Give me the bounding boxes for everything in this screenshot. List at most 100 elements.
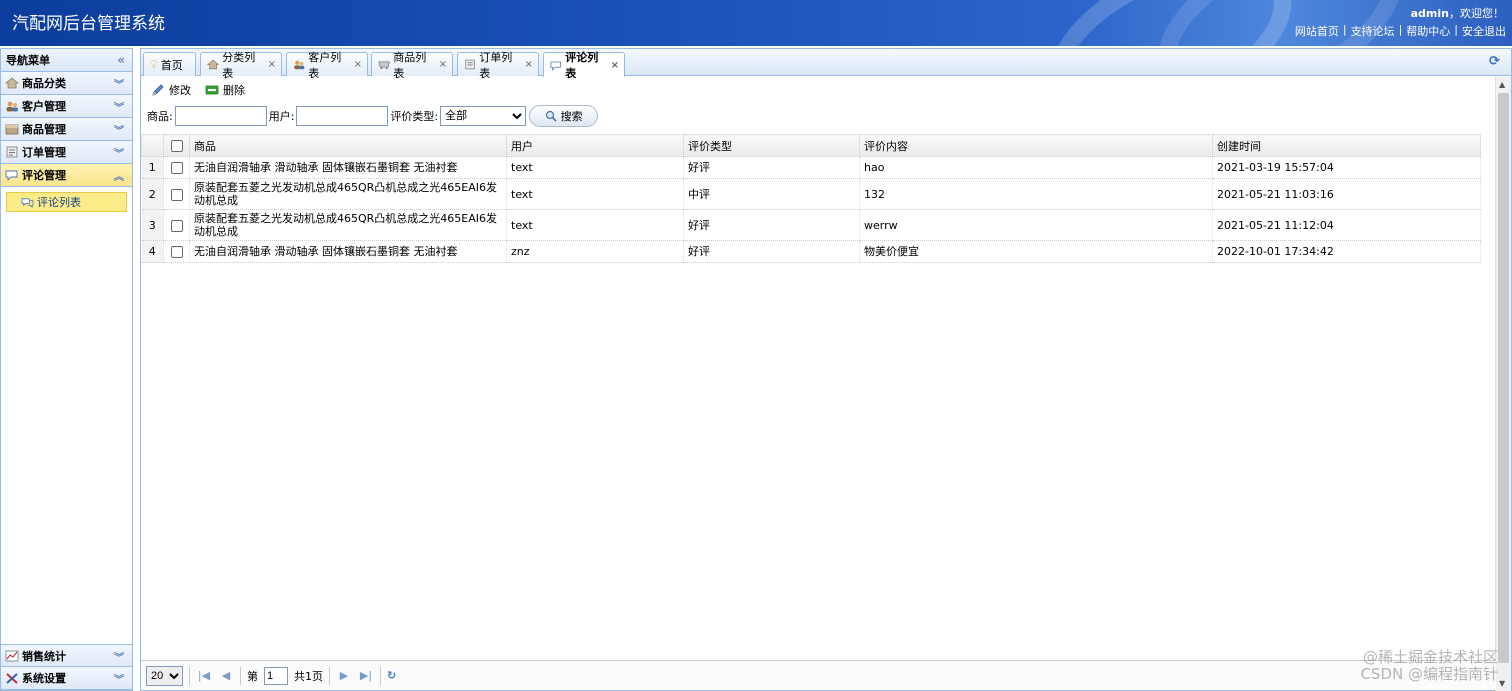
pagination-bar: 20 |◀ ◀ 第 共1页 ▶ ▶| ↻ bbox=[141, 660, 1496, 690]
edit-button[interactable]: 修改 bbox=[151, 82, 191, 98]
column-header-created-time[interactable]: 创建时间 bbox=[1212, 134, 1481, 157]
sidebar-item-label: 评论管理 bbox=[22, 169, 66, 182]
row-checkbox[interactable] bbox=[170, 188, 183, 201]
product-search-input[interactable] bbox=[174, 106, 267, 126]
cell-created-time: 2022-10-01 17:34:42 bbox=[1212, 240, 1481, 263]
sidebar-item-label: 商品分类 bbox=[22, 77, 66, 90]
comments-submenu: 评论列表 bbox=[1, 187, 132, 647]
close-icon[interactable]: × bbox=[525, 59, 533, 70]
watermark-line1: @稀土掘金技术社区 bbox=[1362, 648, 1498, 666]
settings-icon bbox=[6, 673, 18, 684]
lightbulb-icon: 💡︎ bbox=[150, 57, 158, 71]
column-header-review-content[interactable]: 评价内容 bbox=[859, 134, 1213, 157]
refresh-tab-icon[interactable]: ⟳ bbox=[1489, 54, 1505, 70]
sidebar-item-stats[interactable]: 销售统计 ︾ bbox=[1, 644, 132, 667]
close-icon[interactable]: × bbox=[439, 59, 447, 70]
pager-separator bbox=[189, 666, 190, 685]
cell-review-content: hao bbox=[859, 156, 1213, 179]
tab-order-list[interactable]: 订单列表 × bbox=[457, 51, 539, 80]
row-checkbox-cell bbox=[163, 178, 190, 210]
sidebar-item-settings[interactable]: 系统设置 ︾ bbox=[1, 667, 132, 690]
close-icon[interactable]: × bbox=[354, 59, 362, 70]
app-title: 汽配网后台管理系统 bbox=[12, 14, 165, 34]
welcome-suffix: ，欢迎您！ bbox=[1449, 7, 1504, 20]
header-links: 网站首页 | 支持论坛 | 帮助中心 | 安全退出 bbox=[1294, 23, 1506, 39]
delete-button[interactable]: 删除 bbox=[205, 82, 245, 98]
sidebar-subitem-comment-list[interactable]: 评论列表 bbox=[6, 192, 127, 212]
table-row[interactable]: 2 原装配套五菱之光发动机总成465QR凸机总成之光465EAI6发动机总成 t… bbox=[141, 178, 1481, 210]
cell-review-content: 物美价便宜 bbox=[859, 240, 1213, 263]
sidebar-subitem-label: 评论列表 bbox=[37, 196, 81, 209]
cell-product: 无油自润滑轴承 滑动轴承 固体镶嵌石墨铜套 无油衬套 bbox=[189, 156, 507, 179]
search-button-label: 搜索 bbox=[560, 110, 583, 123]
tab-category-list[interactable]: 分类列表 × bbox=[200, 51, 282, 80]
customers-icon bbox=[294, 60, 305, 70]
row-checkbox[interactable] bbox=[170, 162, 183, 174]
sidebar-item-goods[interactable]: 商品管理 ︾ bbox=[1, 118, 132, 141]
chevron-down-icon: ︾ bbox=[114, 126, 124, 137]
select-all-header bbox=[163, 134, 190, 157]
comments-table: 商品 用户 评价类型 评价内容 创建时间 1 无油自润滑轴承 滑动轴承 固体镶嵌… bbox=[141, 134, 1481, 263]
row-checkbox[interactable] bbox=[170, 246, 183, 258]
row-checkbox-cell bbox=[163, 156, 190, 179]
scroll-down-icon[interactable]: ▼ bbox=[1499, 679, 1505, 688]
user-search-input[interactable] bbox=[296, 106, 389, 126]
reload-icon[interactable]: ↻ bbox=[387, 669, 396, 682]
pencil-icon bbox=[152, 83, 164, 96]
rownum-header bbox=[141, 134, 164, 157]
sidebar-item-label: 系统设置 bbox=[22, 672, 66, 685]
tab-label: 首页 bbox=[160, 58, 183, 72]
search-icon bbox=[545, 110, 557, 122]
page-number-input[interactable] bbox=[264, 666, 288, 685]
review-type-select[interactable]: 全部 bbox=[440, 106, 527, 126]
next-page-icon[interactable]: ▶ bbox=[336, 669, 352, 682]
first-page-icon[interactable]: |◀ bbox=[196, 669, 212, 682]
goods-icon bbox=[378, 61, 390, 70]
main-panel: 💡︎ 首页 分类列表 × 客户列表 × 商品列表 × 订单列表 × 评论列表 × bbox=[140, 48, 1512, 691]
support-forum-link[interactable]: 支持论坛 bbox=[1351, 23, 1395, 39]
prev-page-icon[interactable]: ◀ bbox=[218, 669, 234, 682]
search-bar: 商品: 用户: 评价类型: 全部 搜索 bbox=[141, 103, 1511, 129]
tab-customer-list[interactable]: 客户列表 × bbox=[286, 51, 368, 80]
logout-link[interactable]: 安全退出 bbox=[1462, 23, 1506, 39]
tab-comment-list[interactable]: 评论列表 × bbox=[543, 51, 625, 80]
vertical-scrollbar[interactable]: ▲ ▼ bbox=[1495, 77, 1511, 691]
page-size-select[interactable]: 20 bbox=[146, 665, 183, 686]
table-row[interactable]: 3 原装配套五菱之光发动机总成465QR凸机总成之光465EAI6发动机总成 t… bbox=[141, 209, 1481, 241]
cell-product: 原装配套五菱之光发动机总成465QR凸机总成之光465EAI6发动机总成 bbox=[189, 178, 507, 210]
cell-user: text bbox=[506, 209, 684, 241]
cell-user: znz bbox=[506, 240, 684, 263]
last-page-icon[interactable]: ▶| bbox=[358, 669, 374, 682]
cell-created-time: 2021-05-21 11:12:04 bbox=[1212, 209, 1481, 241]
column-header-user[interactable]: 用户 bbox=[506, 134, 684, 157]
collapse-sidebar-icon[interactable]: « bbox=[117, 53, 125, 67]
username: admin bbox=[1410, 7, 1449, 20]
sidebar-bottom: 销售统计 ︾ 系统设置 ︾ bbox=[1, 644, 132, 690]
sidebar-item-comments[interactable]: 评论管理 ︽ bbox=[1, 164, 132, 187]
row-checkbox[interactable] bbox=[170, 219, 183, 232]
site-home-link[interactable]: 网站首页 bbox=[1295, 23, 1339, 39]
tab-goods-list[interactable]: 商品列表 × bbox=[371, 51, 453, 80]
product-filter-label: 商品: bbox=[147, 110, 173, 123]
search-button[interactable]: 搜索 bbox=[529, 105, 599, 127]
sidebar-item-customers[interactable]: 客户管理 ︾ bbox=[1, 95, 132, 118]
tab-home[interactable]: 💡︎ 首页 bbox=[143, 52, 196, 76]
table-row[interactable]: 4 无油自润滑轴承 滑动轴承 固体镶嵌石墨铜套 无油衬套 znz 好评 物美价便… bbox=[141, 240, 1481, 263]
column-header-review-type[interactable]: 评价类型 bbox=[683, 134, 860, 157]
tab-bar: 💡︎ 首页 分类列表 × 客户列表 × 商品列表 × 订单列表 × 评论列表 × bbox=[141, 49, 1511, 80]
scroll-up-icon[interactable]: ▲ bbox=[1499, 80, 1505, 89]
close-icon[interactable]: × bbox=[611, 60, 619, 71]
row-checkbox-cell bbox=[163, 240, 190, 263]
sidebar-item-orders[interactable]: 订单管理 ︾ bbox=[1, 141, 132, 164]
help-center-link[interactable]: 帮助中心 bbox=[1406, 23, 1450, 39]
close-icon[interactable]: × bbox=[268, 59, 276, 70]
row-number: 1 bbox=[141, 156, 164, 179]
column-header-product[interactable]: 商品 bbox=[189, 134, 507, 157]
select-all-checkbox[interactable] bbox=[170, 140, 183, 152]
scrollbar-thumb[interactable] bbox=[1498, 93, 1509, 663]
sidebar-item-label: 商品管理 bbox=[22, 123, 66, 136]
table-row[interactable]: 1 无油自润滑轴承 滑动轴承 固体镶嵌石墨铜套 无油衬套 text 好评 hao… bbox=[141, 156, 1481, 179]
sidebar-item-category[interactable]: 商品分类 ︾ bbox=[1, 72, 132, 95]
chevron-down-icon: ︾ bbox=[114, 149, 124, 160]
minus-icon bbox=[205, 85, 219, 94]
